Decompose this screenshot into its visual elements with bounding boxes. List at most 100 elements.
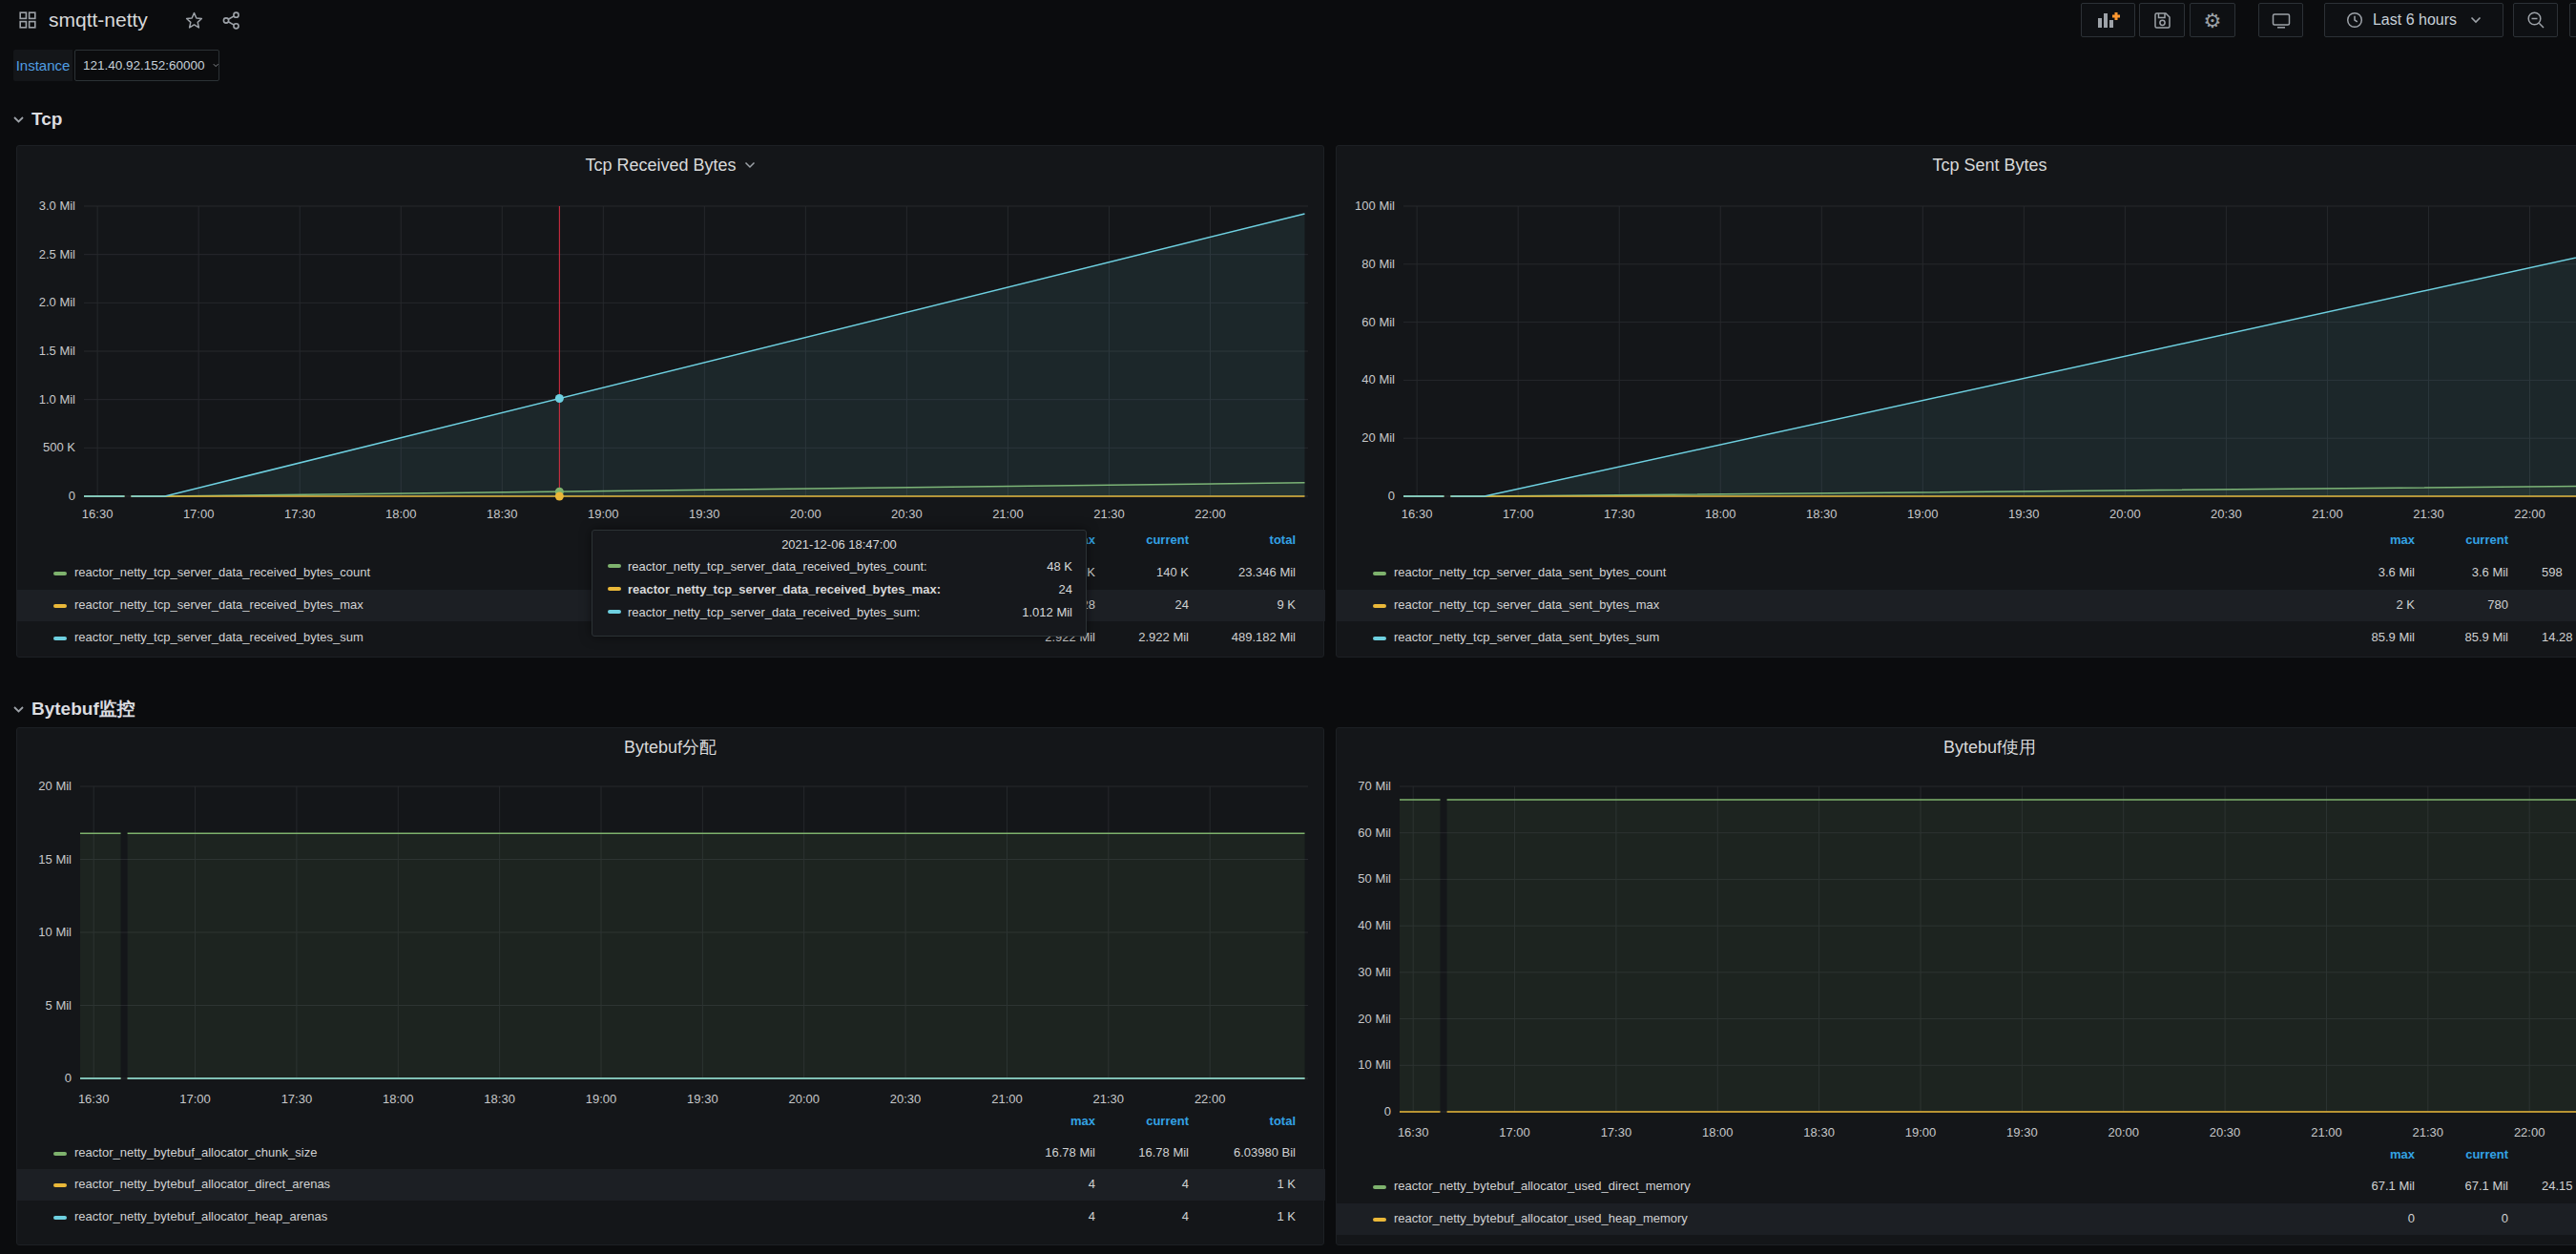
x-axis-label: 20:00: [2081, 1124, 2167, 1141]
section-header-bytebuf[interactable]: Bytebuf监控: [12, 697, 135, 721]
x-axis-label: 21:30: [2385, 1124, 2471, 1141]
y-axis-label: 40 Mil: [1337, 917, 1391, 934]
x-axis-label: 18:00: [358, 506, 444, 523]
x-axis-label: 17:00: [156, 506, 241, 523]
legend-series-name[interactable]: reactor_netty_tcp_server_data_received_b…: [74, 565, 370, 579]
x-axis-label: 19:30: [1981, 506, 2067, 523]
legend-series-name[interactable]: reactor_netty_bytebuf_allocator_used_hea…: [1394, 1211, 1688, 1225]
variable-value-dropdown[interactable]: 121.40.92.152:60000: [74, 50, 219, 81]
dashboard-settings-button[interactable]: ⚙: [2190, 3, 2235, 37]
y-axis-label: 50 Mil: [1337, 870, 1391, 888]
chart-area[interactable]: [1337, 728, 2576, 1246]
legend-column-header[interactable]: total: [1143, 533, 1296, 547]
legend-series-name[interactable]: reactor_netty_bytebuf_allocator_used_dir…: [1394, 1179, 1691, 1193]
tooltip-series-name: reactor_netty_tcp_server_data_received_b…: [628, 582, 941, 596]
x-axis-label: 20:30: [863, 506, 949, 523]
y-axis-label: 10 Mil: [1337, 1056, 1391, 1074]
x-axis-label: 22:00: [1167, 1091, 1253, 1108]
x-axis-label: 20:30: [2183, 506, 2269, 523]
x-axis-label: 17:00: [1475, 506, 1561, 523]
cycle-view-mode-button[interactable]: [2258, 3, 2303, 37]
x-axis-label: 17:30: [254, 1091, 340, 1108]
clock-icon: [2346, 11, 2363, 29]
legend-value: 0: [2356, 1211, 2508, 1225]
legend-value: 6.03980 Bil: [1143, 1145, 1296, 1160]
legend-series-dash: [53, 1216, 67, 1220]
x-axis-label: 20:30: [862, 1091, 948, 1108]
legend-series-name[interactable]: reactor_netty_tcp_server_data_received_b…: [74, 630, 364, 644]
legend-column-header[interactable]: total: [2462, 533, 2576, 547]
legend-series-name[interactable]: reactor_netty_bytebuf_allocator_heap_are…: [74, 1209, 327, 1223]
y-axis-label: 60 Mil: [1337, 314, 1395, 331]
legend-value: 780: [2356, 597, 2508, 612]
zoom-out-button[interactable]: [2513, 3, 2558, 37]
variable-label: Instance: [13, 50, 73, 81]
x-axis-label: 21:00: [2283, 1124, 2369, 1141]
legend-value: 24.15: [2542, 1179, 2573, 1193]
legend-series-dash: [53, 637, 67, 640]
y-axis-label: 0: [1337, 1103, 1391, 1120]
legend-value: 14.28: [2542, 630, 2573, 644]
x-axis-label: 18:00: [355, 1091, 441, 1108]
dashboard-grid-icon[interactable]: [19, 11, 36, 29]
legend-series-dash: [53, 572, 67, 575]
x-axis-label: 21:00: [2284, 506, 2370, 523]
section-title: Bytebuf监控: [31, 697, 135, 721]
y-axis-label: 10 Mil: [17, 924, 72, 941]
legend-series-name[interactable]: reactor_netty_tcp_server_data_received_b…: [74, 597, 364, 612]
tooltip-series-dash: [608, 587, 621, 591]
legend-series-name[interactable]: reactor_netty_tcp_server_data_sent_bytes…: [1394, 565, 1666, 579]
legend-series-dash: [53, 1183, 67, 1187]
chart-tooltip: 2021-12-06 18:47:00reactor_netty_tcp_ser…: [592, 530, 1087, 637]
add-panel-button[interactable]: [2081, 3, 2135, 37]
legend-column-header[interactable]: total: [1143, 1114, 1296, 1128]
legend-column-header[interactable]: total: [2462, 1147, 2576, 1161]
gear-icon: ⚙: [2204, 10, 2222, 31]
star-icon[interactable]: [184, 10, 204, 31]
x-axis-label: 19:00: [1880, 506, 1965, 523]
x-axis-label: 16:30: [51, 1091, 136, 1108]
x-axis-label: 18:00: [1674, 1124, 1760, 1141]
legend-value: 3.6 Mil: [2356, 565, 2508, 579]
section-title: Tcp: [31, 109, 62, 130]
legend-series-name[interactable]: reactor_netty_tcp_server_data_sent_bytes…: [1394, 597, 1659, 612]
zoom-out-icon: [2526, 10, 2545, 30]
y-axis-label: 0: [17, 488, 75, 505]
tooltip-row: reactor_netty_tcp_server_data_received_b…: [592, 600, 1086, 623]
x-axis-label: 19:00: [560, 506, 646, 523]
y-axis-label: 2.0 Mil: [17, 294, 75, 311]
x-axis-label: 20:00: [2082, 506, 2168, 523]
y-axis-label: 3.0 Mil: [17, 198, 75, 215]
y-axis-label: 500 K: [17, 439, 75, 456]
legend-series-name[interactable]: reactor_netty_bytebuf_allocator_direct_a…: [74, 1177, 330, 1191]
y-axis-label: 60 Mil: [1337, 825, 1391, 842]
legend-value: 598: [2542, 565, 2563, 579]
y-axis-label: 100 Mil: [1337, 198, 1395, 215]
x-axis-label: 21:00: [965, 506, 1050, 523]
x-axis-label: 18:30: [1778, 506, 1864, 523]
panel-3: Bytebuf使用010 Mil20 Mil30 Mil40 Mil50 Mil…: [1336, 727, 2576, 1245]
x-axis-label: 19:00: [558, 1091, 644, 1108]
legend-series-dash: [1373, 1185, 1386, 1189]
share-icon[interactable]: [222, 11, 240, 30]
chevron-down-icon: [12, 705, 25, 714]
y-axis-label: 70 Mil: [1337, 778, 1391, 795]
legend-series-dash: [1373, 1218, 1386, 1222]
y-axis-label: 1.5 Mil: [17, 343, 75, 360]
x-axis-label: 16:30: [1374, 506, 1460, 523]
legend-series-name[interactable]: reactor_netty_bytebuf_allocator_chunk_si…: [74, 1145, 317, 1160]
refresh-button[interactable]: [2569, 3, 2576, 37]
section-header-tcp[interactable]: Tcp: [12, 107, 62, 132]
time-range-picker[interactable]: Last 6 hours: [2324, 3, 2503, 37]
x-axis-label: 19:00: [1878, 1124, 1963, 1141]
chart-area[interactable]: [1337, 146, 2576, 658]
x-axis-label: 16:30: [54, 506, 140, 523]
x-axis-label: 18:00: [1677, 506, 1763, 523]
legend-value: 9 K: [1143, 597, 1296, 612]
y-axis-label: 30 Mil: [1337, 964, 1391, 981]
x-axis-label: 19:30: [1979, 1124, 2065, 1141]
legend-series-name[interactable]: reactor_netty_tcp_server_data_sent_bytes…: [1394, 630, 1659, 644]
save-dashboard-button[interactable]: [2139, 3, 2185, 37]
y-axis-label: 40 Mil: [1337, 371, 1395, 388]
x-axis-label: 19:30: [661, 506, 747, 523]
